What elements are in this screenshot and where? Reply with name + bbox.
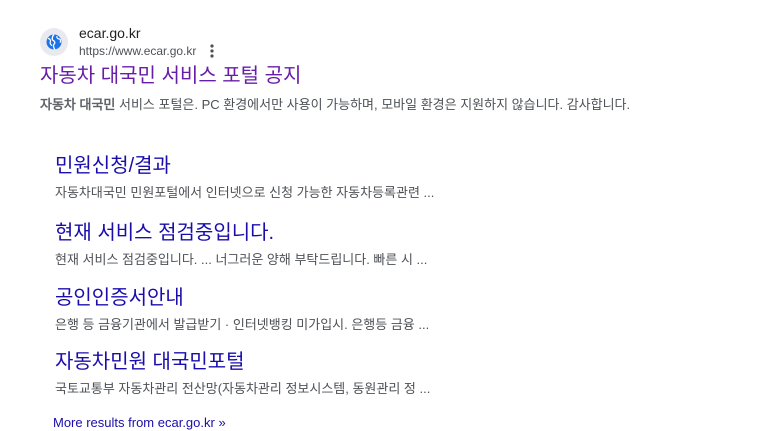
- favicon[interactable]: [40, 28, 68, 56]
- globe-icon: [46, 34, 62, 50]
- sitelink-description: 은행 등 금융기관에서 발급받기 · 인터넷뱅킹 미가입시. 은행등 금융 ..…: [55, 317, 430, 332]
- sitelink-item: 자동차민원 대국민포털 국토교통부 자동차관리 전산망(자동차관리 정보시스템,…: [55, 349, 430, 399]
- sitelink-description: 현재 서비스 점검중입니다. ... 너그러운 양해 부탁드립니다. 빠른 시 …: [55, 252, 428, 267]
- site-info: ecar.go.kr https://www.ecar.go.kr: [79, 24, 218, 60]
- sitelink-description: 국토교통부 자동차관리 전산망(자동차관리 정보시스템, 동원관리 정 ...: [55, 381, 431, 396]
- sitelink-item: 민원신청/결과 자동차대국민 민원포털에서 인터넷으로 신청 가능한 자동차등록…: [55, 153, 434, 203]
- site-url-row: https://www.ecar.go.kr: [79, 42, 218, 60]
- sitelink-title[interactable]: 현재 서비스 점검중입니다.: [55, 220, 427, 246]
- site-url[interactable]: https://www.ecar.go.kr: [79, 42, 196, 60]
- sitelink-item: 공인인증서안내 은행 등 금융기관에서 발급받기 · 인터넷뱅킹 미가입시. 은…: [55, 285, 429, 335]
- sitelink-title[interactable]: 민원신청/결과: [55, 153, 434, 179]
- snippet-text: 서비스 포털은. PC 환경에서만 사용이 가능하며, 모바일 환경은 지원하지…: [115, 97, 631, 112]
- sitelink-title[interactable]: 공인인증서안내: [55, 285, 429, 311]
- snippet-bold: 자동차 대국민: [40, 97, 116, 112]
- search-result: ecar.go.kr https://www.ecar.go.kr 자동차 대국…: [0, 0, 762, 431]
- sitelink-description: 자동차대국민 민원포털에서 인터넷으로 신청 가능한 자동차등록관련 ...: [55, 185, 435, 200]
- site-name[interactable]: ecar.go.kr: [79, 24, 218, 42]
- result-snippet: 자동차 대국민 서비스 포털은. PC 환경에서만 사용이 가능하며, 모바일 …: [40, 94, 632, 116]
- sitelink-item: 현재 서비스 점검중입니다. 현재 서비스 점검중입니다. ... 너그러운 양…: [55, 220, 427, 270]
- more-results-link[interactable]: More results from ecar.go.kr »: [53, 414, 226, 431]
- sitelink-title[interactable]: 자동차민원 대국민포털: [55, 349, 430, 375]
- result-title-link[interactable]: 자동차 대국민 서비스 포털 공지: [40, 63, 301, 89]
- more-options-button[interactable]: [206, 44, 218, 58]
- more-vert-icon: [210, 44, 214, 58]
- site-header[interactable]: ecar.go.kr https://www.ecar.go.kr: [40, 22, 218, 62]
